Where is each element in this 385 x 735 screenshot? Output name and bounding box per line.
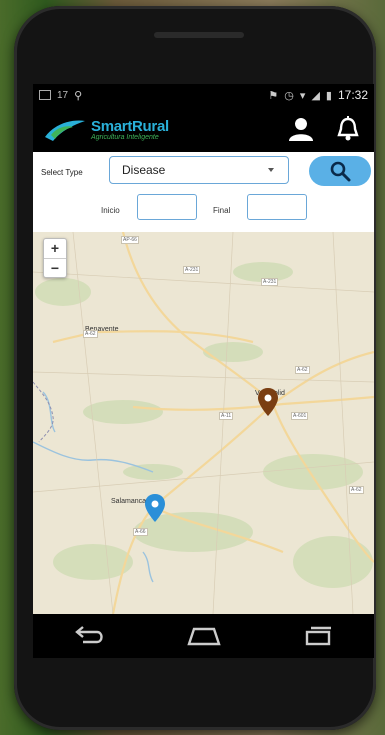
road-label: A-231 [261, 278, 279, 286]
system-nav-bar [33, 614, 374, 658]
search-icon [330, 161, 351, 182]
map-tiles [33, 232, 374, 614]
home-icon[interactable] [186, 626, 222, 646]
logo-tagline: Agricultura Inteligente [91, 133, 159, 141]
filter-panel: Select Type Disease Inicio Final [33, 152, 374, 232]
road-label: A-62 [349, 486, 364, 494]
search-button[interactable] [309, 156, 371, 186]
app-bar: SmartRural Agricultura Inteligente [33, 106, 374, 152]
type-select-value: Disease [122, 163, 166, 177]
final-date-field[interactable] [247, 194, 307, 220]
recents-icon[interactable] [301, 626, 335, 646]
zoom-in-button[interactable]: + [44, 239, 66, 258]
status-time: 17:32 [337, 88, 368, 102]
map-view[interactable]: + − Benavente Valladolid Salamanca AP-66… [33, 232, 374, 614]
app-logo: SmartRural Agricultura Inteligente [33, 115, 169, 143]
road-label: A-66 [133, 528, 148, 536]
wifi-icon: ▾ [299, 89, 306, 102]
road-label: A-601 [291, 412, 309, 420]
map-pin-icon[interactable] [258, 388, 278, 416]
battery-icon: ▮ [325, 89, 332, 102]
road-label: AP-66 [121, 236, 139, 244]
final-label: Final [213, 206, 231, 215]
status-bar: 17 ⚲ ⚑ ◷ ▾ ◢ ▮ 17:32 [33, 84, 374, 106]
user-icon[interactable] [288, 117, 314, 141]
zoom-out-button[interactable]: − [44, 257, 66, 278]
usb-icon: ⚲ [74, 89, 83, 102]
road-label: A-11 [219, 412, 234, 420]
status-signal-text: 17 [57, 89, 69, 101]
map-pin-icon[interactable] [145, 494, 165, 522]
city-label-salamanca: Salamanca [111, 498, 147, 505]
road-label: A-62 [83, 330, 98, 338]
inicio-label: Inicio [101, 206, 120, 215]
inicio-date-field[interactable] [137, 194, 197, 220]
road-label: A-231 [183, 266, 201, 274]
signal-icon: ◢ [311, 89, 320, 102]
road-label: A-62 [295, 366, 310, 374]
back-icon[interactable] [73, 626, 107, 646]
alarm-icon: ◷ [284, 89, 294, 102]
bell-icon[interactable] [336, 116, 360, 142]
select-type-label: Select Type [41, 168, 83, 177]
app-screen: 17 ⚲ ⚑ ◷ ▾ ◢ ▮ 17:32 SmartRural Agricult… [33, 84, 374, 658]
chevron-down-icon [268, 168, 274, 172]
zoom-control: + − [43, 238, 67, 278]
phone-speaker [154, 32, 244, 38]
leaf-logo-icon [45, 120, 85, 141]
location-icon: ⚑ [268, 89, 279, 102]
logo-name: SmartRural [91, 117, 169, 135]
type-select[interactable]: Disease [109, 156, 289, 184]
notification-icon [39, 90, 51, 100]
